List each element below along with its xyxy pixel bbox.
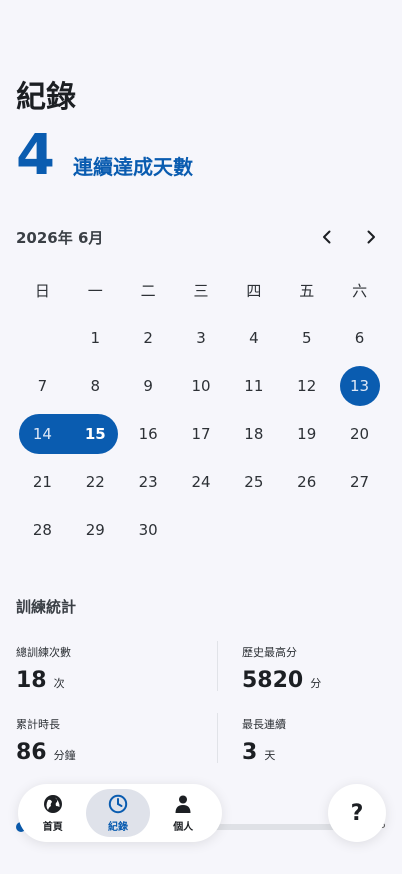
weekday-label: 五 xyxy=(299,281,315,300)
calendar-day[interactable]: 26 xyxy=(280,462,333,502)
calendar-day[interactable]: 16 xyxy=(122,414,175,454)
stat-value: 5820 xyxy=(242,668,304,693)
nav-records[interactable]: 紀錄 xyxy=(85,789,151,837)
calendar-week: 21 22 23 24 25 26 27 xyxy=(16,458,386,506)
calendar-day[interactable]: 15 xyxy=(69,414,122,454)
weekday-label: 四 xyxy=(246,281,262,300)
weekday-label: 日 xyxy=(34,281,50,300)
calendar-day[interactable]: 28 xyxy=(16,510,69,550)
calendar-day[interactable]: 7 xyxy=(16,366,69,406)
calendar-day[interactable]: 30 xyxy=(122,510,175,550)
divider xyxy=(217,641,218,691)
calendar-week: 123456 xyxy=(16,314,386,362)
calendar-day[interactable]: 20 xyxy=(333,414,386,454)
calendar-day[interactable]: 6 xyxy=(333,318,386,358)
calendar-day[interactable]: 9 xyxy=(122,366,175,406)
calendar-day[interactable]: 10 xyxy=(175,366,228,406)
month-header: 2026年 6月 xyxy=(16,224,386,250)
stat-unit: 分 xyxy=(310,677,322,690)
stats-title: 訓練統計 xyxy=(16,598,77,616)
next-month-button[interactable] xyxy=(356,224,386,250)
calendar-grid: 日一二三四五六 1 2 3 4 5 6 7 8 9 10 11 12 13 14 15 16 17 18 19 20 2… xyxy=(16,266,386,554)
streak-label: 連續達成天數 xyxy=(72,155,193,179)
calendar-day[interactable]: 25 xyxy=(227,462,280,502)
calendar-day[interactable]: 18 xyxy=(227,414,280,454)
weekday-label: 六 xyxy=(352,281,368,300)
stat-best-score: 歷史最高分 5820 分 xyxy=(242,644,402,693)
calendar-day[interactable]: 21 xyxy=(16,462,69,502)
stat-label: 最長連續 xyxy=(242,718,286,731)
calendar-day[interactable]: 27 xyxy=(333,462,386,502)
calendar-empty xyxy=(16,318,69,358)
prev-month-button[interactable] xyxy=(312,224,342,250)
page-title: 紀錄 xyxy=(16,80,76,115)
calendar-day[interactable]: 24 xyxy=(175,462,228,502)
calendar-day[interactable]: 19 xyxy=(280,414,333,454)
globe-icon xyxy=(43,794,62,813)
calendar-empty xyxy=(175,510,228,550)
streak-summary: 4 連續達成天數 xyxy=(16,126,193,186)
month-label: 2026年 6月 xyxy=(16,228,104,247)
nav-home[interactable]: 首頁 xyxy=(24,789,82,837)
nav-label: 紀錄 xyxy=(107,821,128,833)
stat-total-duration: 累計時長 86 分鐘 xyxy=(16,716,186,765)
stat-value: 18 xyxy=(16,668,47,693)
calendar-day[interactable]: 4 xyxy=(227,318,280,358)
calendar-empty xyxy=(333,510,386,550)
streak-count: 4 xyxy=(16,123,55,188)
calendar-weeks: 1 2 3 4 5 6 7 8 9 10 11 12 13 14 15 16 17 18 19 20 21 22 23 24 2… xyxy=(16,314,386,554)
calendar-week: 28 29 30 xyxy=(16,506,386,554)
stat-unit: 次 xyxy=(53,677,65,690)
stat-label: 總訓練次數 xyxy=(16,646,71,659)
calendar-day[interactable]: 22 xyxy=(69,462,122,502)
clock-icon xyxy=(108,794,128,813)
stat-longest-streak: 最長連續 3 天 xyxy=(242,716,402,765)
nav-label: 首頁 xyxy=(42,821,63,833)
calendar-week: 14 15 16 17 18 19 20 xyxy=(16,410,386,458)
stat-total-sessions: 總訓練次數 18 次 xyxy=(16,644,186,693)
calendar-empty xyxy=(227,510,280,550)
nav-profile[interactable]: 個人 xyxy=(154,789,212,837)
stat-label: 累計時長 xyxy=(16,718,60,731)
divider xyxy=(217,713,218,763)
stat-label: 歷史最高分 xyxy=(242,646,297,659)
weekday-label: 一 xyxy=(87,281,103,300)
chevron-right-icon xyxy=(367,230,375,244)
stat-unit: 分鐘 xyxy=(53,749,76,762)
calendar-day[interactable]: 29 xyxy=(69,510,122,550)
help-button[interactable]: ? xyxy=(328,784,386,842)
calendar-day[interactable]: 14 xyxy=(16,414,69,454)
chevron-left-icon xyxy=(323,230,331,244)
calendar-day[interactable]: 13 xyxy=(333,366,386,406)
calendar-day[interactable]: 11 xyxy=(227,366,280,406)
calendar-day[interactable]: 3 xyxy=(175,318,228,358)
calendar-day[interactable]: 2 xyxy=(122,318,175,358)
calendar-day[interactable]: 23 xyxy=(122,462,175,502)
stat-value: 86 xyxy=(16,740,47,765)
bottom-nav: 首頁 紀錄 個人 xyxy=(18,784,222,842)
calendar-day[interactable]: 17 xyxy=(175,414,228,454)
calendar-empty xyxy=(280,510,333,550)
stat-unit: 天 xyxy=(264,749,276,762)
weekday-label: 三 xyxy=(193,281,209,300)
weekday-header: 日一二三四五六 xyxy=(16,266,386,314)
nav-label: 個人 xyxy=(173,821,194,833)
calendar-day[interactable]: 1 xyxy=(69,318,122,358)
calendar-day[interactable]: 8 xyxy=(69,366,122,406)
calendar-day[interactable]: 12 xyxy=(280,366,333,406)
calendar-week: 7 8 9 10 11 12 13 xyxy=(16,362,386,410)
person-icon xyxy=(175,795,191,813)
weekday-label: 二 xyxy=(140,281,156,300)
stat-value: 3 xyxy=(242,740,258,765)
calendar-day[interactable]: 5 xyxy=(280,318,333,358)
